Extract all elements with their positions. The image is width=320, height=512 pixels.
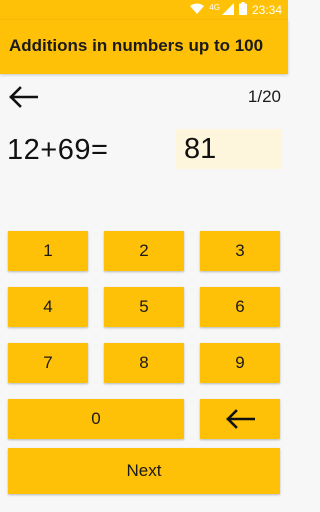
battery-icon xyxy=(238,2,247,18)
key-4[interactable]: 4 xyxy=(8,287,88,327)
key-5[interactable]: 5 xyxy=(104,287,184,327)
wifi-icon xyxy=(190,3,205,18)
key-6[interactable]: 6 xyxy=(200,287,280,327)
page-title: Additions in numbers up to 100 xyxy=(9,36,264,55)
backspace-arrow-icon xyxy=(225,409,255,429)
key-7[interactable]: 7 xyxy=(8,343,88,383)
progress-counter: 1/20 xyxy=(247,87,281,106)
network-type-label: 4G xyxy=(209,2,220,12)
key-8[interactable]: 8 xyxy=(104,343,184,383)
status-bar: 4G 23:34 xyxy=(0,0,288,20)
next-button[interactable]: Next xyxy=(8,448,280,494)
backspace-button[interactable] xyxy=(200,399,280,439)
key-1[interactable]: 1 xyxy=(8,231,88,271)
key-3[interactable]: 3 xyxy=(200,231,280,271)
key-9[interactable]: 9 xyxy=(200,343,280,383)
signal-icon xyxy=(221,2,234,18)
back-arrow-icon[interactable] xyxy=(8,86,39,108)
status-time: 23:34 xyxy=(251,3,282,17)
key-0[interactable]: 0 xyxy=(8,399,184,439)
question-text: 12+69= xyxy=(7,134,109,166)
app-bar: Additions in numbers up to 100 xyxy=(0,20,288,74)
key-2[interactable]: 2 xyxy=(104,231,184,271)
answer-field[interactable]: 81 xyxy=(176,129,282,169)
status-icons: 4G 23:34 xyxy=(190,2,282,18)
